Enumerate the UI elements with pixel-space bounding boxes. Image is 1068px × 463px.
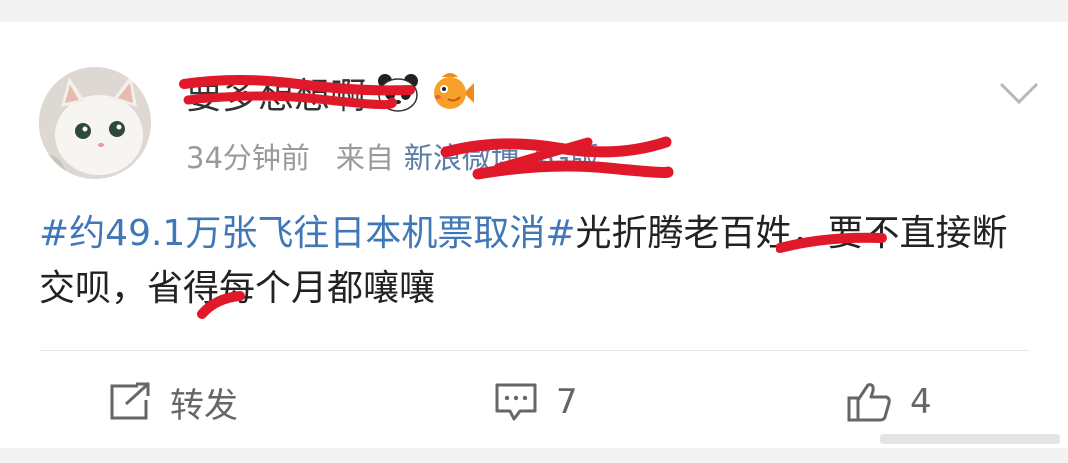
like-button[interactable]: 4 xyxy=(846,378,932,426)
username-row: 要多想想啊 xyxy=(186,67,475,119)
repost-icon xyxy=(110,382,150,420)
fish-emoji-icon xyxy=(434,73,475,109)
chevron-down-icon[interactable] xyxy=(998,78,1040,108)
divider xyxy=(39,350,1029,351)
post-content: #约49.1万张飞往日本机票取消#光折腾老百姓，要不直接断交呗，省得每个月都嚷嚷 xyxy=(39,206,1029,316)
like-count: 4 xyxy=(910,382,932,422)
cat-avatar-image xyxy=(39,67,151,179)
topic-link[interactable]: #约49.1万张飞往日本机票取消# xyxy=(39,213,576,254)
repost-label: 转发 xyxy=(170,385,238,426)
post-meta: 34分钟前 来自 新浪微博 4G版 xyxy=(186,134,599,178)
watermark xyxy=(880,434,1060,444)
source-prefix: 来自 xyxy=(335,141,394,175)
repost-button[interactable]: 转发 xyxy=(108,378,238,426)
comment-icon xyxy=(495,383,537,421)
source-link[interactable]: 新浪微博 4G版 xyxy=(404,135,599,177)
username[interactable]: 要多想想啊 xyxy=(186,67,366,119)
comment-count: 7 xyxy=(556,382,578,422)
like-icon xyxy=(847,383,891,422)
post-time: 34分钟前 xyxy=(186,141,310,175)
panda-emoji-icon xyxy=(378,74,419,112)
comment-button[interactable]: 7 xyxy=(494,378,578,426)
avatar[interactable] xyxy=(39,67,151,179)
